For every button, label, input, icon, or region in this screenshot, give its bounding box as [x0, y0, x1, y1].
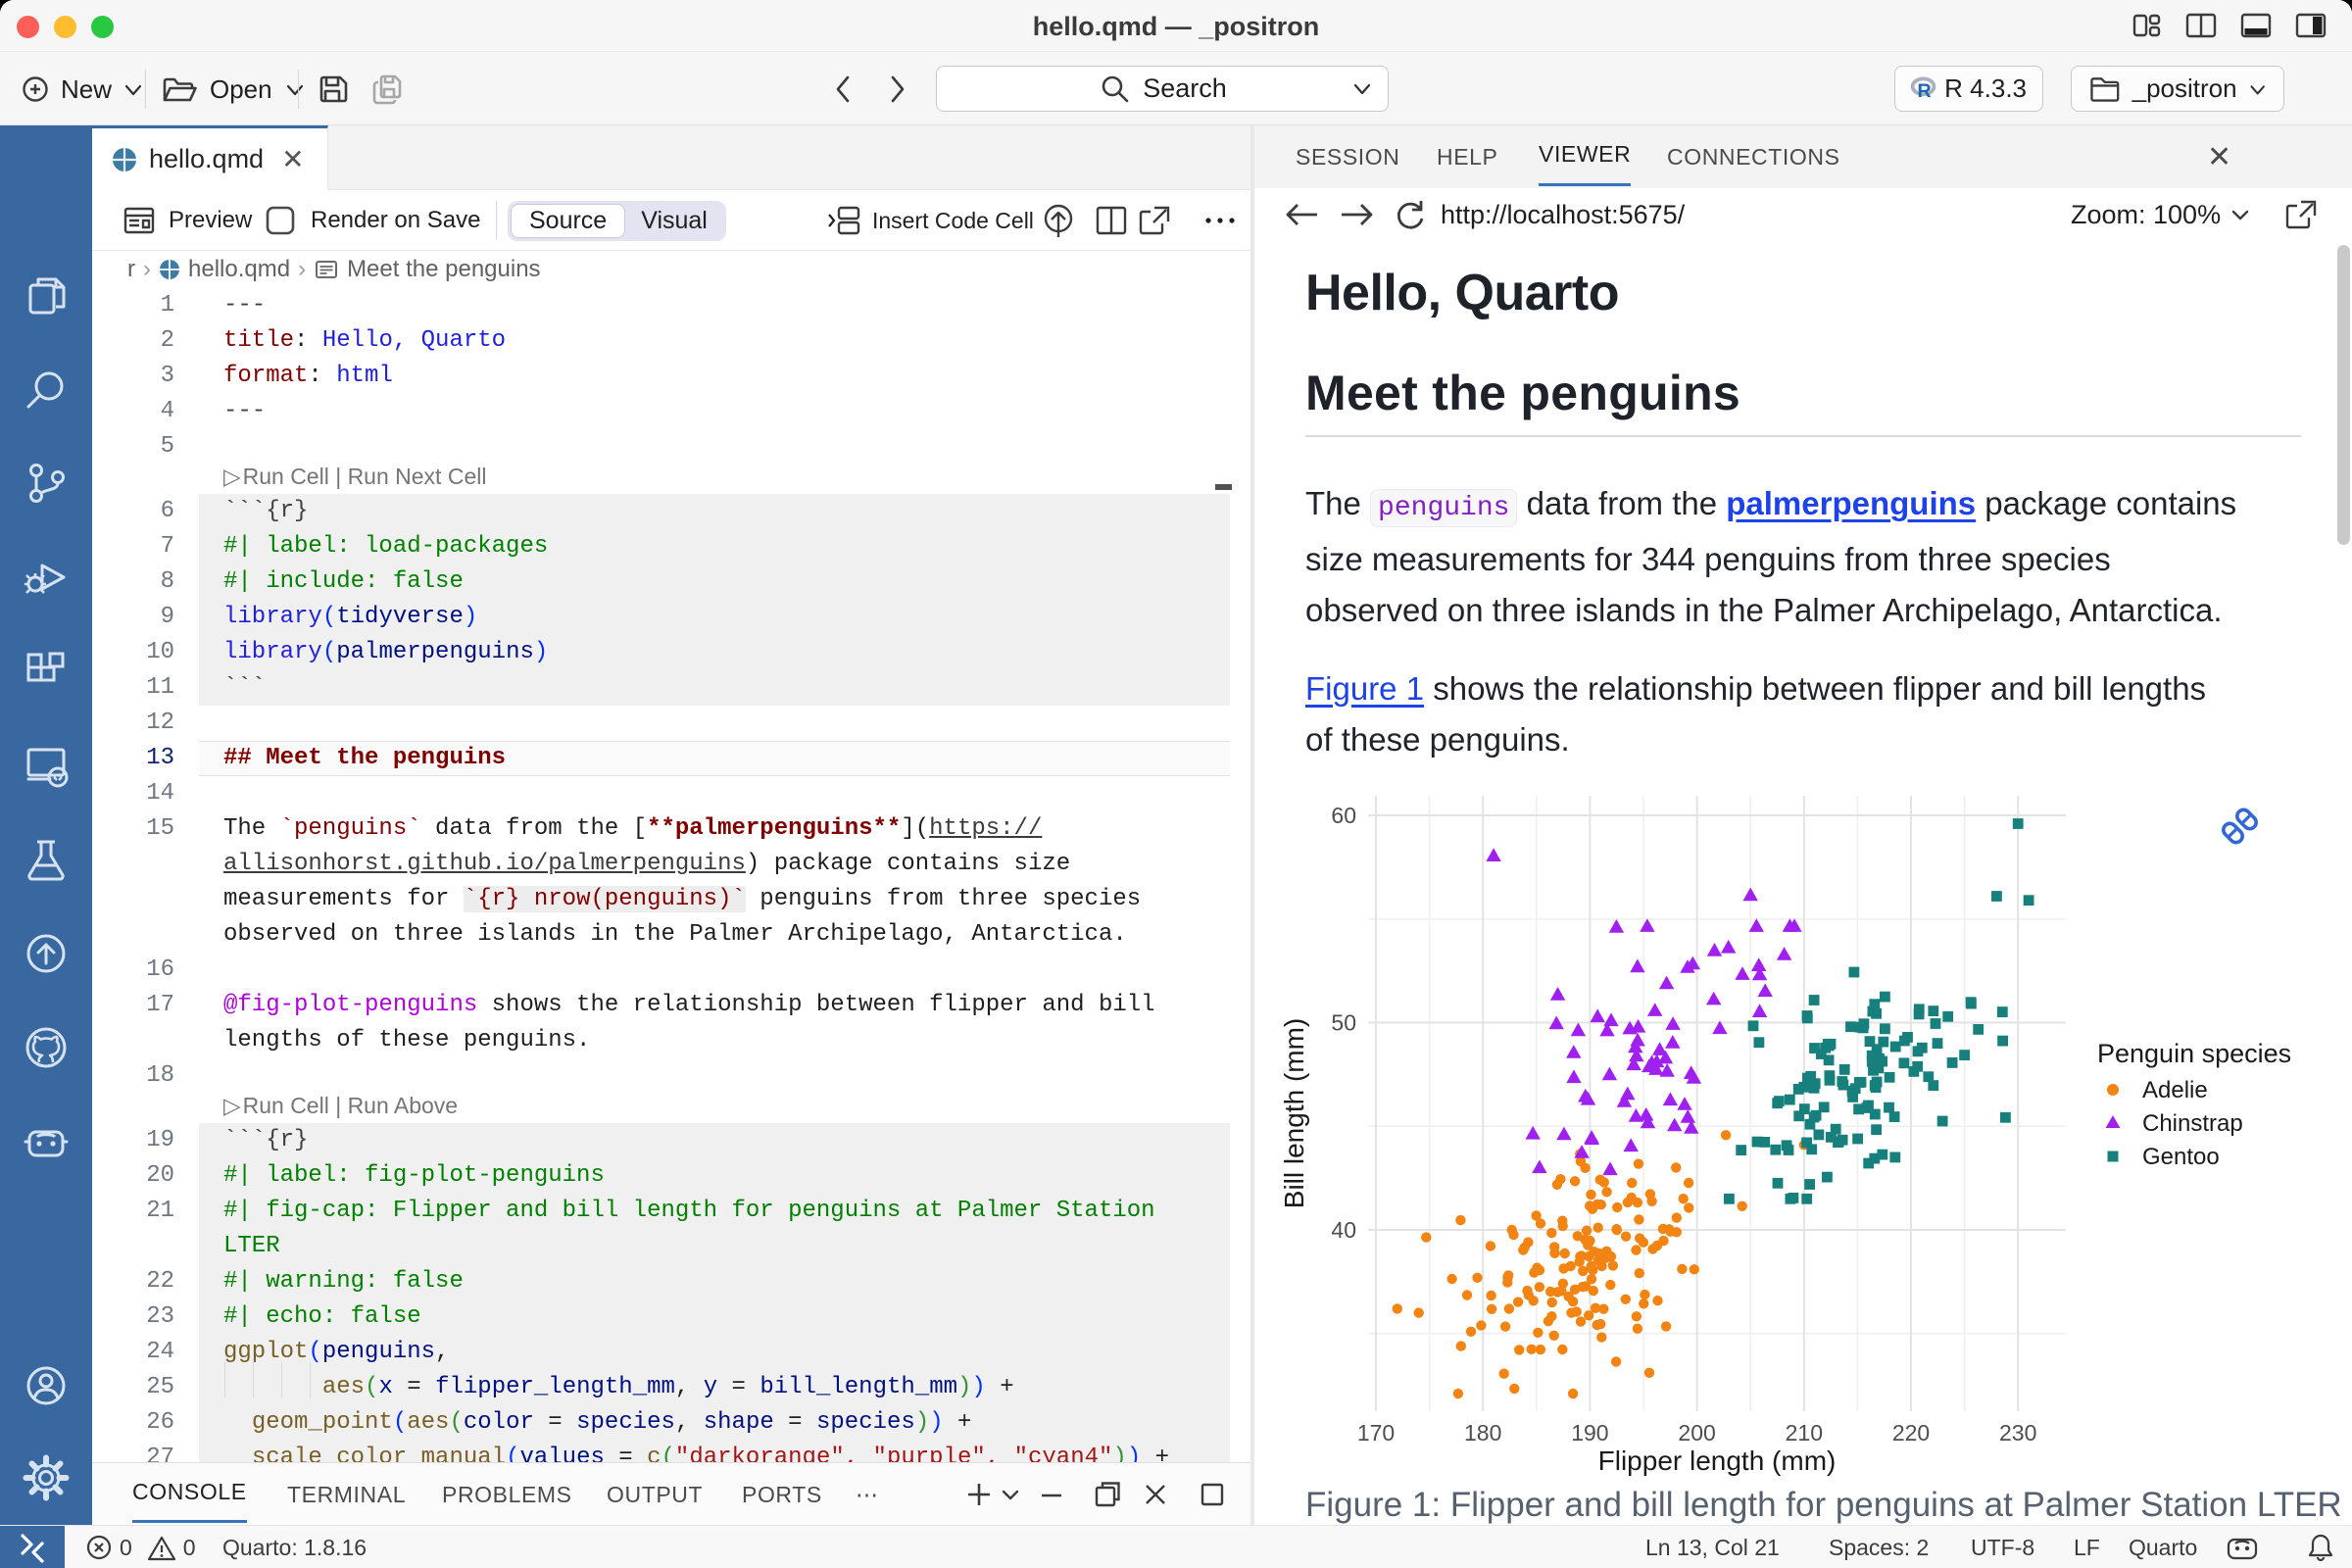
- svg-text:Gentoo: Gentoo: [2142, 1144, 2220, 1170]
- svg-text:190: 190: [1571, 1420, 1608, 1446]
- svg-text:Flipper length (mm): Flipper length (mm): [1598, 1446, 1837, 1476]
- svg-text:230: 230: [1999, 1420, 2036, 1446]
- svg-text:210: 210: [1786, 1420, 1823, 1446]
- svg-text:220: 220: [1892, 1420, 1930, 1446]
- svg-text:50: 50: [1331, 1010, 1356, 1036]
- svg-text:Chinstrap: Chinstrap: [2142, 1110, 2243, 1137]
- svg-text:60: 60: [1331, 803, 1356, 828]
- svg-text:Bill length (mm): Bill length (mm): [1279, 1018, 1309, 1208]
- svg-text:170: 170: [1357, 1420, 1395, 1446]
- svg-text:200: 200: [1678, 1420, 1715, 1446]
- svg-text:R: R: [1918, 80, 1932, 102]
- svg-text:40: 40: [1331, 1217, 1356, 1243]
- svg-text:Adelie: Adelie: [2142, 1077, 2208, 1103]
- svg-text:180: 180: [1464, 1420, 1501, 1446]
- svg-text:Penguin species: Penguin species: [2097, 1039, 2291, 1068]
